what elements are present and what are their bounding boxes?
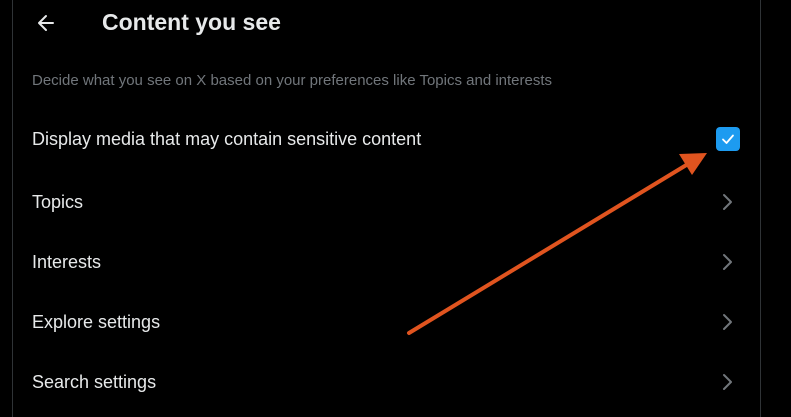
row-label: Display media that may contain sensitive… (32, 128, 422, 149)
page-title: Content you see (102, 9, 281, 35)
row-search-settings[interactable]: Search settings (13, 352, 760, 412)
row-interests[interactable]: Interests (13, 232, 760, 292)
checkmark-icon (722, 134, 734, 144)
chevron-right-icon (718, 312, 738, 332)
sensitive-media-checkbox[interactable] (716, 127, 740, 151)
back-button[interactable] (31, 8, 61, 38)
row-topics[interactable]: Topics (13, 172, 760, 232)
header: Content you see (13, 0, 760, 50)
chevron-right-icon (718, 192, 738, 212)
row-label: Search settings (32, 371, 157, 392)
page-description: Decide what you see on X based on your p… (32, 72, 553, 89)
row-label: Explore settings (32, 311, 161, 332)
chevron-right-icon (718, 372, 738, 392)
row-label: Interests (32, 251, 102, 272)
row-label: Topics (32, 191, 84, 212)
arrow-left-icon (38, 15, 54, 31)
row-sensitive-media[interactable]: Display media that may contain sensitive… (13, 109, 760, 169)
settings-panel: Content you see Decide what you see on X… (12, 0, 761, 417)
chevron-right-icon (718, 252, 738, 272)
row-explore-settings[interactable]: Explore settings (13, 292, 760, 352)
